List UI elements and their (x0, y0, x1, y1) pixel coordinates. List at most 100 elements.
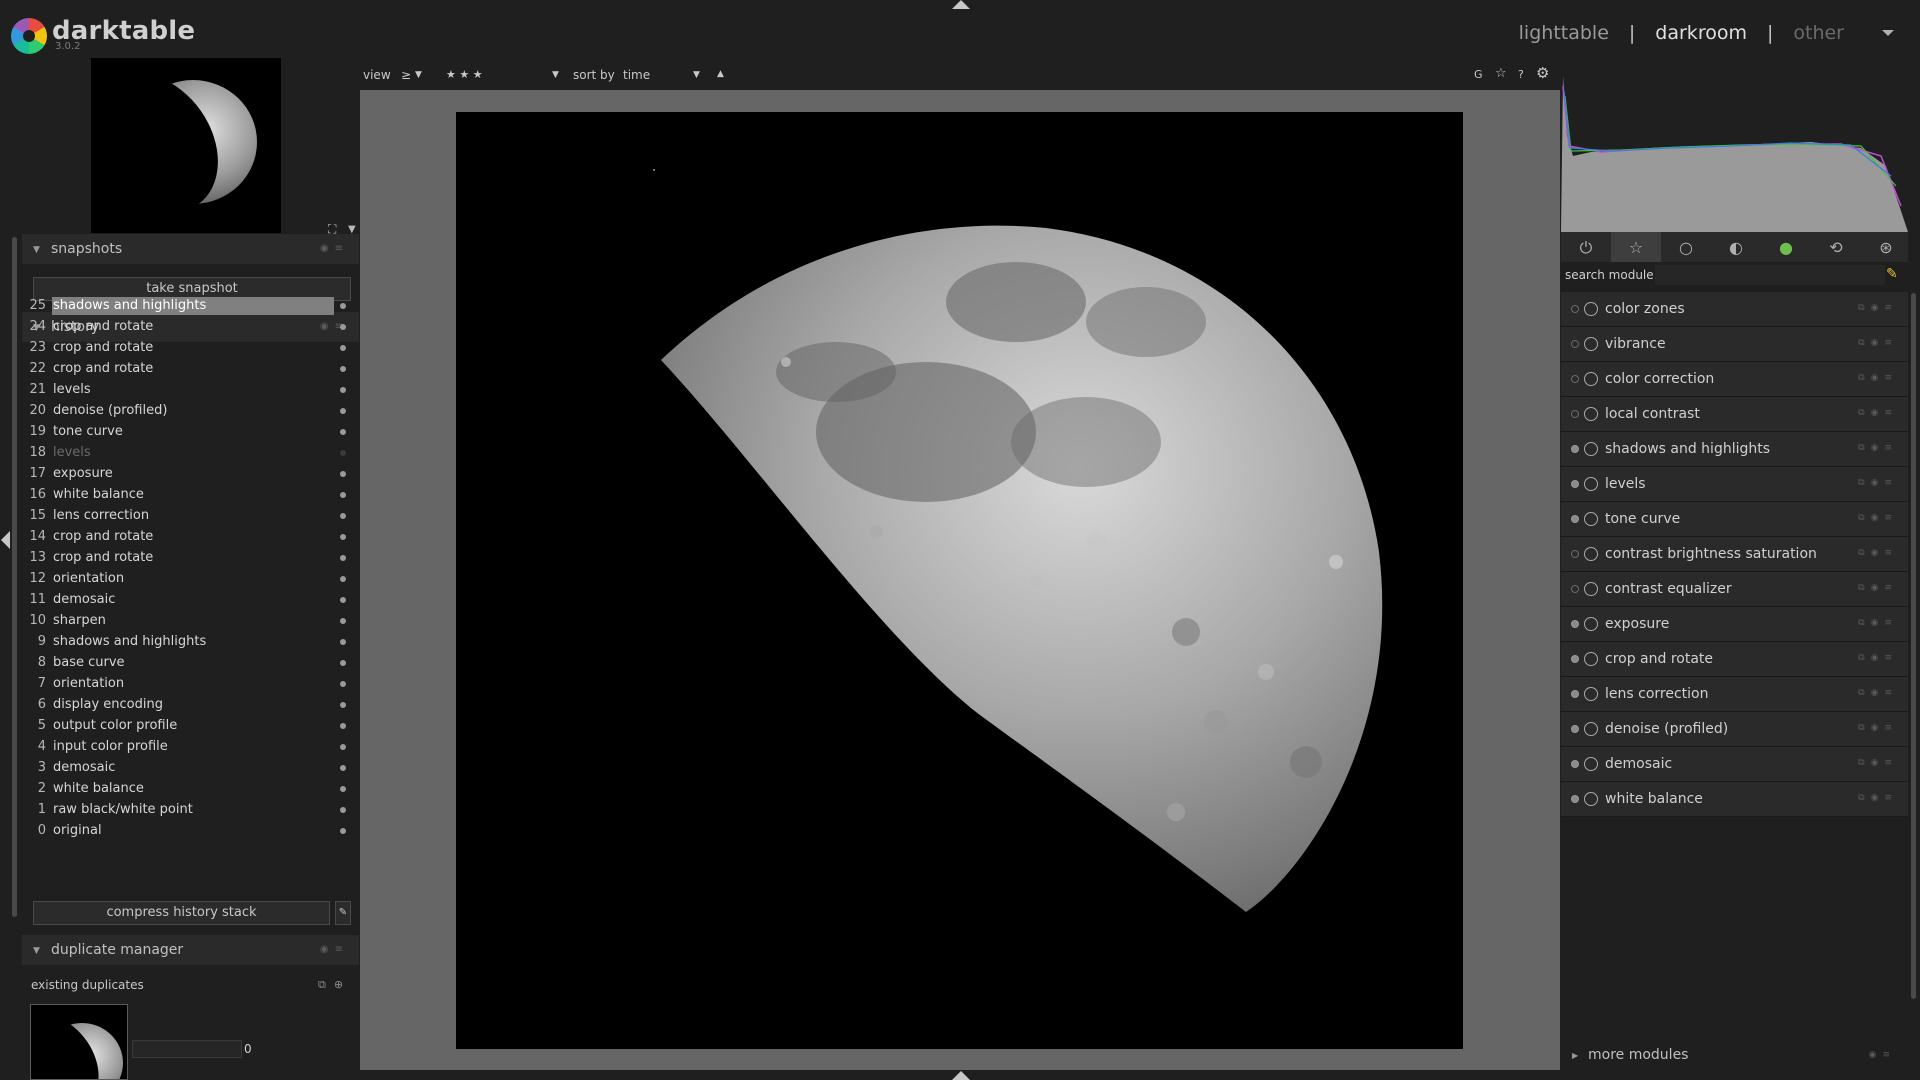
tab-effect[interactable]: ⊛ (1861, 232, 1911, 262)
views-dropdown-icon[interactable] (1882, 30, 1894, 36)
chevron-down-icon[interactable]: ▼ (552, 70, 559, 80)
view-darkroom[interactable]: darkroom (1655, 22, 1747, 44)
module-row[interactable]: local contrast ⧉◉≡ (1561, 397, 1908, 432)
module-row[interactable]: tone curve ⧉◉≡ (1561, 502, 1908, 537)
module-row[interactable]: lens correction ⧉◉≡ (1561, 677, 1908, 712)
rating-comparator-select[interactable]: ≥ (401, 68, 411, 82)
tab-color[interactable]: ● (1761, 232, 1811, 262)
history-item[interactable]: 12 orientation (20, 568, 355, 589)
view-other[interactable]: other (1793, 22, 1844, 44)
duplicate-actions-icons[interactable]: ⧉⊕ (318, 978, 351, 992)
module-power-icon[interactable] (1571, 550, 1579, 558)
module-row[interactable]: white balance ⧉◉≡ (1561, 782, 1908, 817)
module-power-icon[interactable] (1571, 480, 1579, 488)
module-actions-icons[interactable]: ⧉◉≡ (1858, 688, 1898, 698)
tab-basic[interactable]: ○ (1661, 232, 1711, 262)
snapshots-header[interactable]: ▼ snapshots ◉≡ (22, 234, 359, 264)
module-actions-icons[interactable]: ⧉◉≡ (1858, 408, 1898, 418)
history-item[interactable]: 24 crop and rotate (20, 316, 355, 337)
module-actions-icons[interactable]: ⧉◉≡ (1858, 373, 1898, 383)
module-power-icon[interactable] (1571, 585, 1579, 593)
clear-search-icon[interactable]: ✎ (1886, 266, 1898, 282)
module-row[interactable]: contrast equalizer ⧉◉≡ (1561, 572, 1908, 607)
module-row[interactable]: levels ⧉◉≡ (1561, 467, 1908, 502)
history-item[interactable]: 16 white balance (20, 484, 355, 505)
sort-by-select[interactable]: time (623, 68, 650, 82)
history-item[interactable]: 17 exposure (20, 463, 355, 484)
module-power-icon[interactable] (1571, 760, 1579, 768)
grouping-icon[interactable]: G (1474, 68, 1483, 81)
image-canvas[interactable] (456, 112, 1463, 1049)
module-power-icon[interactable] (1571, 305, 1579, 313)
search-module-input[interactable] (1655, 265, 1885, 285)
collapse-top-panel-icon[interactable] (952, 0, 970, 9)
history-item[interactable]: 2 white balance (20, 778, 355, 799)
tab-favorites[interactable]: ☆ (1611, 232, 1661, 262)
history-item[interactable]: 22 crop and rotate (20, 358, 355, 379)
module-power-icon[interactable] (1571, 620, 1579, 628)
create-style-icon[interactable]: ✎ (335, 901, 351, 925)
history-item[interactable]: 11 demosaic (20, 589, 355, 610)
module-row[interactable]: crop and rotate ⧉◉≡ (1561, 642, 1908, 677)
history-item[interactable]: 13 crop and rotate (20, 547, 355, 568)
tab-active-modules[interactable]: ⏻ (1561, 232, 1611, 262)
module-actions-icons[interactable]: ⧉◉≡ (1858, 338, 1898, 348)
module-power-icon[interactable] (1571, 795, 1579, 803)
module-power-icon[interactable] (1571, 410, 1579, 418)
module-actions-icons[interactable]: ⧉◉≡ (1858, 443, 1898, 453)
module-power-icon[interactable] (1571, 340, 1579, 348)
module-power-icon[interactable] (1571, 690, 1579, 698)
module-reset-presets-icons[interactable]: ◉≡ (320, 944, 349, 955)
history-item[interactable]: 0 original (20, 820, 355, 841)
module-power-icon[interactable] (1571, 655, 1579, 663)
collapse-bottom-panel-icon[interactable] (952, 1071, 970, 1080)
history-item[interactable]: 7 orientation (20, 673, 355, 694)
module-power-icon[interactable] (1571, 375, 1579, 383)
module-row[interactable]: exposure ⧉◉≡ (1561, 607, 1908, 642)
module-reset-presets-icons[interactable]: ◉≡ (320, 243, 349, 254)
module-reset-presets-icons[interactable]: ◉≡ (1869, 1050, 1896, 1060)
history-item[interactable]: 4 input color profile (20, 736, 355, 757)
module-actions-icons[interactable]: ⧉◉≡ (1858, 478, 1898, 488)
module-actions-icons[interactable]: ⧉◉≡ (1858, 793, 1898, 803)
history-item[interactable]: 25 shadows and highlights (20, 295, 355, 316)
history-item[interactable]: 18 levels (20, 442, 355, 463)
gear-icon[interactable]: ⚙ (1536, 64, 1549, 82)
history-item[interactable]: 14 crop and rotate (20, 526, 355, 547)
more-modules-header[interactable]: ▶ more modules ◉≡ (1561, 1042, 1908, 1070)
module-actions-icons[interactable]: ⧉◉≡ (1858, 618, 1898, 628)
module-power-icon[interactable] (1571, 445, 1579, 453)
history-item[interactable]: 8 base curve (20, 652, 355, 673)
history-item[interactable]: 1 raw black/white point (20, 799, 355, 820)
module-actions-icons[interactable]: ⧉◉≡ (1858, 583, 1898, 593)
module-actions-icons[interactable]: ⧉◉≡ (1858, 303, 1898, 313)
histogram[interactable] (1561, 56, 1908, 232)
module-row[interactable]: shadows and highlights ⧉◉≡ (1561, 432, 1908, 467)
module-actions-icons[interactable]: ⧉◉≡ (1858, 513, 1898, 523)
history-item[interactable]: 6 display encoding (20, 694, 355, 715)
sort-order-arrow-icon[interactable]: ▲ (717, 69, 724, 79)
module-row[interactable]: color zones ⧉◉≡ (1561, 292, 1908, 327)
compress-history-button[interactable]: compress history stack (33, 901, 330, 925)
duplicate-version-field[interactable] (132, 1040, 242, 1058)
history-item[interactable]: 19 tone curve (20, 421, 355, 442)
help-icon[interactable]: ? (1518, 68, 1524, 81)
duplicate-manager-header[interactable]: ▼ duplicate manager ◉≡ (22, 935, 359, 965)
chevron-down-icon[interactable]: ▼ (693, 70, 700, 80)
collapse-left-panel-icon[interactable] (1, 531, 10, 549)
module-row[interactable]: contrast brightness saturation ⧉◉≡ (1561, 537, 1908, 572)
history-item[interactable]: 9 shadows and highlights (20, 631, 355, 652)
module-actions-icons[interactable]: ⧉◉≡ (1858, 723, 1898, 733)
module-actions-icons[interactable]: ⧉◉≡ (1858, 758, 1898, 768)
module-actions-icons[interactable]: ⧉◉≡ (1858, 548, 1898, 558)
module-row[interactable]: color correction ⧉◉≡ (1561, 362, 1908, 397)
rating-filter-select[interactable]: ★ ★ ★ (446, 68, 483, 81)
history-item[interactable]: 20 denoise (profiled) (20, 400, 355, 421)
module-row[interactable]: demosaic ⧉◉≡ (1561, 747, 1908, 782)
chevron-down-icon[interactable]: ▼ (415, 70, 422, 80)
history-item[interactable]: 15 lens correction (20, 505, 355, 526)
history-item[interactable]: 5 output color profile (20, 715, 355, 736)
left-panel-scrollbar[interactable] (12, 237, 17, 917)
history-item[interactable]: 3 demosaic (20, 757, 355, 778)
view-lighttable[interactable]: lighttable (1519, 22, 1609, 44)
